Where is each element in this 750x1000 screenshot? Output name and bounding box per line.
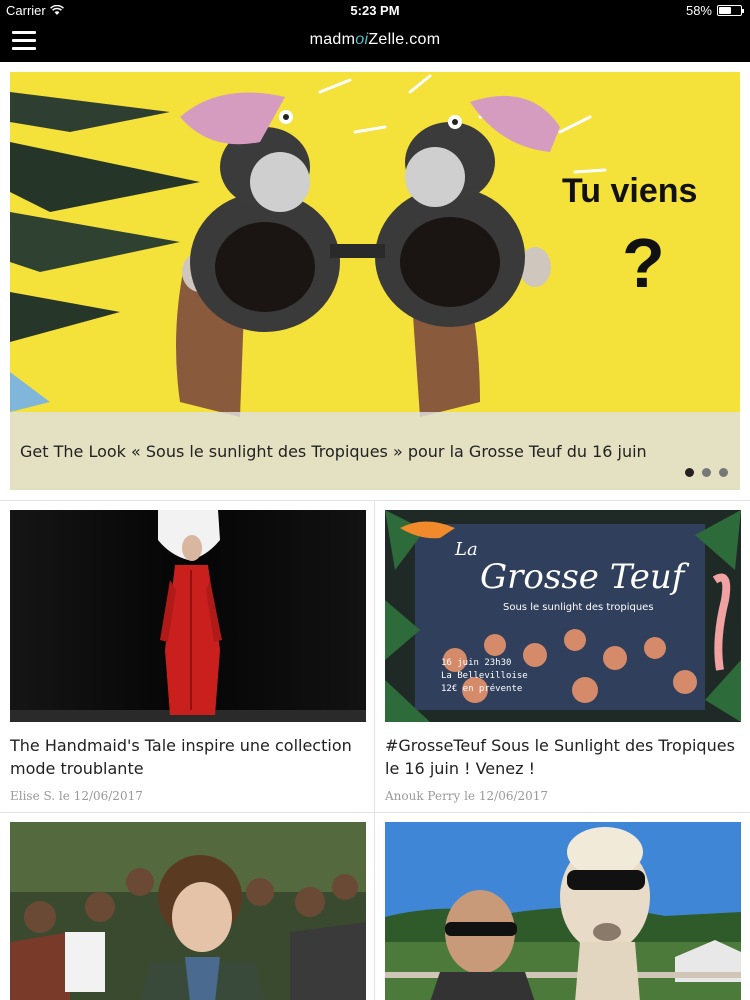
article-title[interactable]: The Handmaid's Tale inspire une collecti… bbox=[10, 734, 366, 780]
article-meta: Anouk Perry le 12/06/2017 bbox=[385, 789, 549, 803]
clock: 5:23 PM bbox=[350, 3, 400, 18]
article-image: La Grosse Teuf Sous le sunlight des trop… bbox=[385, 510, 741, 722]
poster-subtitle-text: Sous le sunlight des tropiques bbox=[503, 602, 654, 613]
poster-info-2: La Bellevilloise bbox=[441, 671, 528, 681]
carousel-dot[interactable] bbox=[702, 468, 711, 477]
article-card-grosse-teuf[interactable]: La Grosse Teuf Sous le sunlight des trop… bbox=[385, 510, 741, 803]
divider bbox=[374, 500, 375, 1000]
article-image bbox=[10, 822, 366, 1000]
carousel-dot[interactable] bbox=[719, 468, 728, 477]
article-card-4[interactable] bbox=[385, 822, 741, 1000]
divider bbox=[0, 500, 750, 501]
article-image bbox=[10, 510, 366, 722]
article-card-3[interactable] bbox=[10, 822, 366, 1000]
carousel-dots bbox=[685, 468, 728, 477]
poster-info-1: 16 juin 23h30 bbox=[441, 658, 511, 668]
battery-icon bbox=[717, 5, 744, 16]
site-logo[interactable]: madmoiZelle.com bbox=[0, 31, 750, 49]
nav-bar: madmoiZelle.com bbox=[0, 22, 750, 62]
status-bar: Carrier 5:23 PM 58% bbox=[0, 0, 750, 22]
hero-image-text-line1: Tu viens bbox=[562, 172, 697, 210]
hero-caption: Get The Look « Sous le sunlight des Trop… bbox=[10, 412, 740, 490]
carousel-dot[interactable] bbox=[685, 468, 694, 477]
hero-image-text-line2: ? bbox=[622, 224, 665, 302]
poster-la-text: La bbox=[454, 539, 478, 560]
article-image bbox=[385, 822, 741, 1000]
article-meta: Elise S. le 12/06/2017 bbox=[10, 789, 143, 803]
hero-title[interactable]: Get The Look « Sous le sunlight des Trop… bbox=[20, 442, 647, 461]
article-title[interactable]: #GrosseTeuf Sous le Sunlight des Tropiqu… bbox=[385, 734, 741, 780]
battery-percent: 58% bbox=[685, 3, 712, 18]
hero-carousel[interactable]: Tu viens ? Get The Look « Sous le sunlig… bbox=[10, 72, 740, 490]
poster-info-3: 12€ en prévente bbox=[441, 683, 522, 694]
article-card-handmaid[interactable]: The Handmaid's Tale inspire une collecti… bbox=[10, 510, 366, 803]
poster-title-text: Grosse Teuf bbox=[480, 557, 690, 597]
divider bbox=[0, 812, 750, 813]
